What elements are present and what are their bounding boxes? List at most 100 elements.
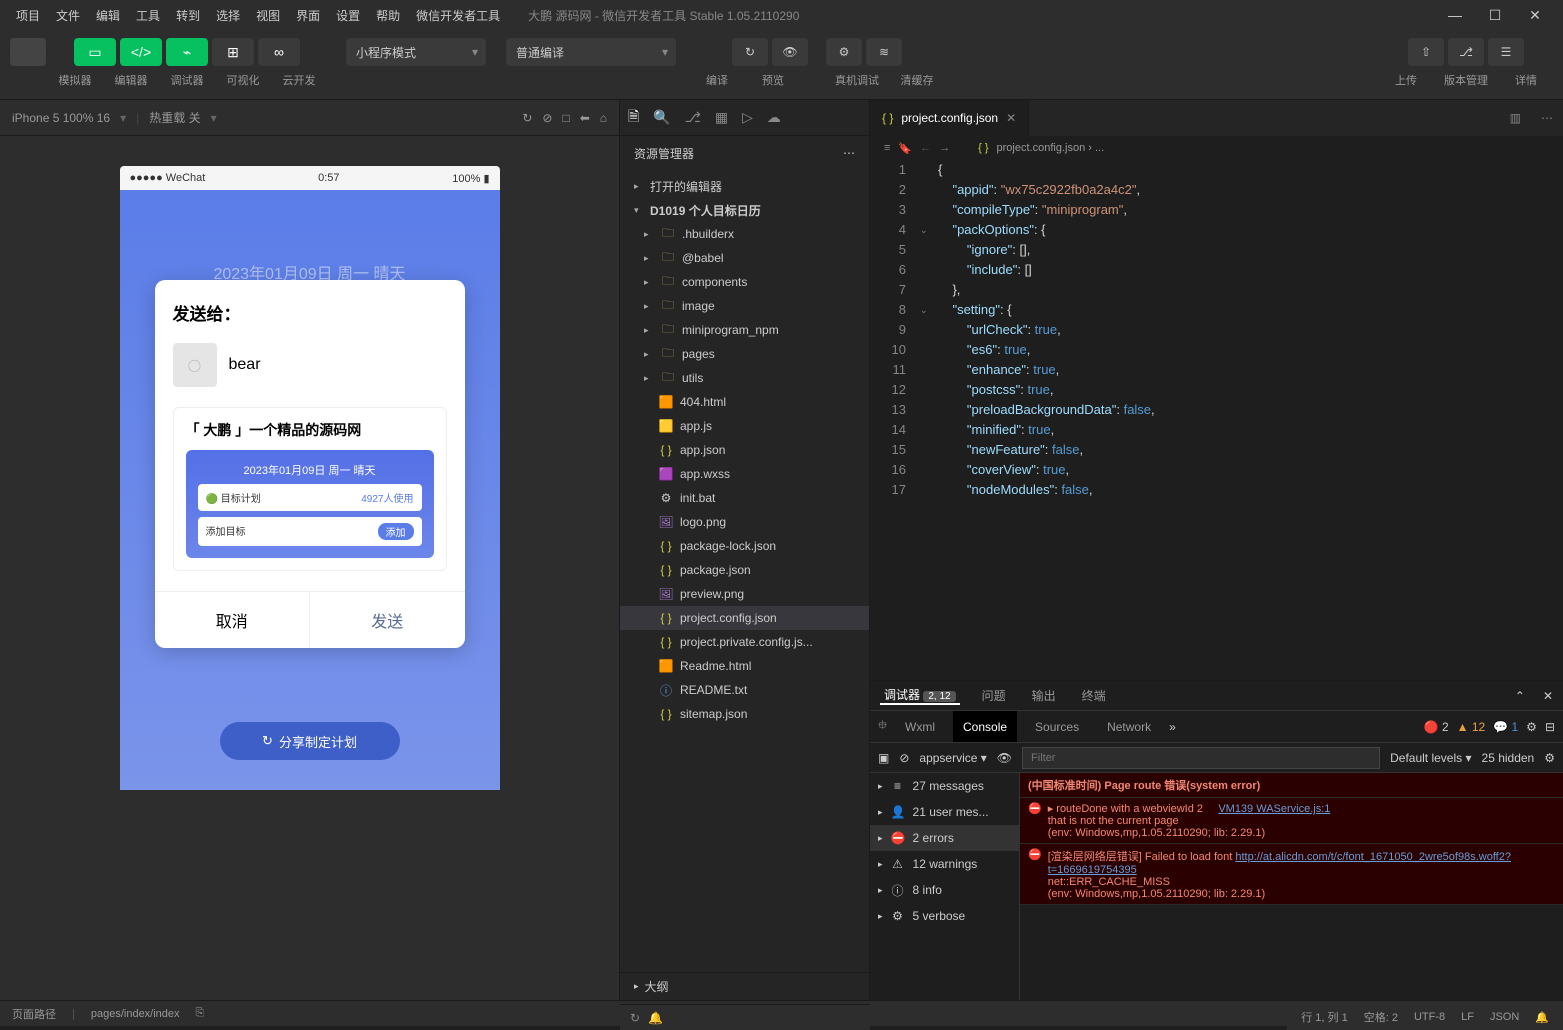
copy-path-icon[interactable]: ⎘ xyxy=(196,1007,205,1020)
file-app.wxss[interactable]: 🟪app.wxss xyxy=(620,462,869,486)
menu-选择[interactable]: 选择 xyxy=(208,7,248,24)
mute-icon[interactable]: ⊘ xyxy=(542,111,552,125)
info-badge[interactable]: 💬 1 xyxy=(1493,720,1518,734)
cursor-pos[interactable]: 行 1, 列 1 xyxy=(1301,1009,1347,1025)
folder-@babel[interactable]: ▸🗀@babel xyxy=(620,246,869,270)
home-icon[interactable]: ⌂ xyxy=(600,111,607,125)
outline-section[interactable]: ▸大纲 xyxy=(620,972,869,1000)
close-button[interactable]: ✕ xyxy=(1515,7,1555,24)
menu-设置[interactable]: 设置 xyxy=(328,7,368,24)
files-tab-icon[interactable]: 🗎 xyxy=(628,106,639,130)
notification-icon[interactable]: 🔔 xyxy=(1535,1011,1549,1024)
folder-image[interactable]: ▸🗀image xyxy=(620,294,869,318)
mode-dropdown[interactable]: 小程序模式 xyxy=(346,38,486,66)
menu-转到[interactable]: 转到 xyxy=(168,7,208,24)
folder-miniprogram_npm[interactable]: ▸🗀miniprogram_npm xyxy=(620,318,869,342)
breadcrumb-text[interactable]: project.config.json › ... xyxy=(997,142,1105,154)
bookmark-icon[interactable]: 🔖 xyxy=(898,142,912,155)
console-tab[interactable]: Console xyxy=(953,711,1017,742)
levels-dropdown[interactable]: Default levels ▾ xyxy=(1390,751,1471,765)
send-button[interactable]: 发送 xyxy=(310,592,465,648)
sidebar-toggle-icon[interactable]: ▣ xyxy=(878,751,889,765)
msg-filter-2 errors[interactable]: ▸⛔2 errors xyxy=(870,825,1019,851)
project-root[interactable]: ▾D1019 个人目标日历 xyxy=(620,198,869,222)
file-package.json[interactable]: { }package.json xyxy=(620,558,869,582)
terminal-tab[interactable]: 终端 xyxy=(1078,687,1110,704)
detail-button[interactable]: ☰ xyxy=(1488,38,1524,66)
editor-tab[interactable]: { } project.config.json ✕ xyxy=(870,100,1029,136)
rotate-icon[interactable]: □ xyxy=(562,111,569,125)
compile-dropdown[interactable]: 普通编译 xyxy=(506,38,676,66)
nav-back-icon[interactable]: ← xyxy=(920,142,931,154)
problems-tab[interactable]: 问题 xyxy=(978,687,1010,704)
console-settings-icon[interactable]: ⚙ xyxy=(1544,751,1555,765)
menu-视图[interactable]: 视图 xyxy=(248,7,288,24)
clear-console-icon[interactable]: ⊘ xyxy=(899,751,909,765)
file-logo.png[interactable]: 🖼logo.png xyxy=(620,510,869,534)
file-404.html[interactable]: 🟧404.html xyxy=(620,390,869,414)
file-README.txt[interactable]: ⓘREADME.txt xyxy=(620,678,869,702)
eol-status[interactable]: LF xyxy=(1461,1011,1474,1023)
menu-微信开发者工具[interactable]: 微信开发者工具 xyxy=(408,7,508,24)
msg-filter-21 user mes...[interactable]: ▸👤21 user mes... xyxy=(870,799,1019,825)
hot-reload[interactable]: 热重载 关 xyxy=(149,109,200,126)
code-editor[interactable]: 1234567891011121314151617 ⌄⌄ { "appid": … xyxy=(870,160,1563,680)
close-tab-icon[interactable]: ✕ xyxy=(1006,111,1016,125)
more-devtabs-icon[interactable]: » xyxy=(1169,720,1176,734)
close-panel-icon[interactable]: ✕ xyxy=(1543,689,1553,703)
upload-button[interactable]: ⇧ xyxy=(1408,38,1444,66)
dock-icon[interactable]: ⊟ xyxy=(1545,720,1555,734)
remote-debug-button[interactable]: ⚙ xyxy=(826,38,862,66)
compile-button[interactable]: ↻ xyxy=(732,38,768,66)
file-preview.png[interactable]: 🖼preview.png xyxy=(620,582,869,606)
version-button[interactable]: ⎇ xyxy=(1448,38,1484,66)
folder-pages[interactable]: ▸🗀pages xyxy=(620,342,869,366)
maximize-button[interactable]: ☐ xyxy=(1475,7,1515,24)
warn-badge[interactable]: ▲ 12 xyxy=(1457,720,1486,734)
debugger-tab[interactable]: 调试器 2, 12 xyxy=(880,686,960,705)
file-app.json[interactable]: { }app.json xyxy=(620,438,869,462)
gutter-icon[interactable]: ≡ xyxy=(884,142,890,154)
bell-icon[interactable]: 🔔 xyxy=(648,1011,663,1025)
file-project.private.config.js...[interactable]: { }project.private.config.js... xyxy=(620,630,869,654)
page-path-value[interactable]: pages/index/index xyxy=(91,1008,180,1020)
file-package-lock.json[interactable]: { }package-lock.json xyxy=(620,534,869,558)
ext-tab-icon[interactable]: ▦ xyxy=(715,109,728,126)
context-dropdown[interactable]: appservice ▾ xyxy=(919,751,986,765)
menu-文件[interactable]: 文件 xyxy=(48,7,88,24)
menu-项目[interactable]: 项目 xyxy=(8,7,48,24)
minimize-button[interactable]: — xyxy=(1435,7,1475,23)
msg-filter-5 verbose[interactable]: ▸⚙5 verbose xyxy=(870,903,1019,929)
explorer-more-icon[interactable]: ⋯ xyxy=(843,146,855,160)
editor-toggle[interactable]: </> xyxy=(120,38,162,66)
eye-icon[interactable]: 👁 xyxy=(997,751,1012,765)
settings-icon[interactable]: ⚙ xyxy=(1526,720,1537,734)
project-avatar[interactable] xyxy=(10,38,46,66)
wxml-tab[interactable]: Wxml xyxy=(895,720,945,734)
menu-帮助[interactable]: 帮助 xyxy=(368,7,408,24)
search-tab-icon[interactable]: 🔍 xyxy=(653,109,670,126)
file-sitemap.json[interactable]: { }sitemap.json xyxy=(620,702,869,726)
debugger-toggle[interactable]: ⌁ xyxy=(166,38,208,66)
visual-toggle[interactable]: ⊞ xyxy=(212,38,254,66)
refresh-icon[interactable]: ↻ xyxy=(522,111,532,125)
clear-cache-button[interactable]: ≋ xyxy=(866,38,902,66)
file-app.js[interactable]: 🟨app.js xyxy=(620,414,869,438)
cancel-button[interactable]: 取消 xyxy=(155,592,311,648)
lang-status[interactable]: JSON xyxy=(1490,1011,1519,1023)
inspect-icon[interactable]: ⯐ xyxy=(878,716,887,737)
debug-tab-icon[interactable]: ▷ xyxy=(742,109,753,126)
msg-filter-27 messages[interactable]: ▸≡27 messages xyxy=(870,773,1019,799)
nav-fwd-icon[interactable]: → xyxy=(939,142,950,154)
cloud-tab-icon[interactable]: ☁ xyxy=(767,109,781,126)
folder-.hbuilderx[interactable]: ▸🗀.hbuilderx xyxy=(620,222,869,246)
msg-filter-8 info[interactable]: ▸ⓘ8 info xyxy=(870,877,1019,903)
back-icon[interactable]: ⬅ xyxy=(580,111,590,125)
folder-components[interactable]: ▸🗀components xyxy=(620,270,869,294)
file-Readme.html[interactable]: 🟧Readme.html xyxy=(620,654,869,678)
console-output[interactable]: (中国标准时间) Page route 错误(system error) ⛔ ▸… xyxy=(1020,773,1563,1000)
error-badge[interactable]: 🔴 2 xyxy=(1424,720,1449,734)
file-project.config.json[interactable]: { }project.config.json xyxy=(620,606,869,630)
editor-more-icon[interactable]: ⋯ xyxy=(1531,111,1563,125)
folder-utils[interactable]: ▸🗀utils xyxy=(620,366,869,390)
